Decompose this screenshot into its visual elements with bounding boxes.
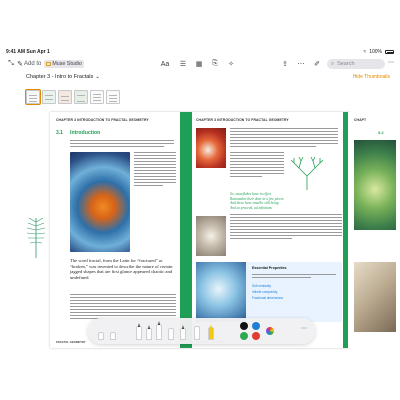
romanesco-image <box>196 262 246 322</box>
date-text: Sun Apr 1 <box>26 49 50 55</box>
more-icon[interactable]: ⋯ <box>388 59 394 66</box>
search-icon: ⌕ <box>331 60 335 67</box>
poem-line: And so proceed, ad infinitum. <box>230 205 273 210</box>
red-fractal-image <box>196 128 226 168</box>
page-thumbnail[interactable] <box>90 90 104 104</box>
eraser-tool[interactable] <box>168 328 174 340</box>
page-thumbnail[interactable] <box>42 90 56 104</box>
status-bar: 9:41 AM Sun Apr 1 ≈ 100% <box>0 48 400 56</box>
section-title: Introduction <box>70 130 101 136</box>
essential-properties-box: Essential Properties Self-similarity Inf… <box>196 262 342 322</box>
shell-fractal-image <box>196 216 226 256</box>
hide-thumbnails-button[interactable]: Hide Thumbnails <box>353 74 390 80</box>
right-page-header: CHAPTER 3 INTRODUCTION TO FRACTAL GEOMET… <box>196 118 289 122</box>
document-header-row: Chapter 3 - Intro to Fractals ⌄ Hide Thu… <box>0 74 400 82</box>
chapter-title-text: Chapter 3 - Intro to Fractals <box>26 74 94 80</box>
checklist-icon[interactable]: ☰ <box>178 59 188 69</box>
chapter-title[interactable]: Chapter 3 - Intro to Fractals ⌄ <box>26 74 100 80</box>
essential-properties-title: Essential Properties <box>252 266 287 270</box>
fractal-quote: The word fractal, from the Latin for “fr… <box>70 258 173 280</box>
color-picker-icon[interactable] <box>266 327 274 335</box>
marker-tool[interactable] <box>146 325 152 340</box>
chevron-down-icon: ⌄ <box>95 74 100 80</box>
palette-more-icon[interactable]: ⋯ <box>301 325 307 332</box>
next-page-header: CHAPT <box>354 118 367 122</box>
share-icon[interactable]: ⇪ <box>280 59 290 69</box>
right-paragraph <box>230 128 338 149</box>
page-thumbnail[interactable] <box>74 90 88 104</box>
undo-icon[interactable] <box>98 332 104 340</box>
notebook-icon <box>46 62 52 66</box>
color-swatch-black[interactable] <box>240 322 248 330</box>
essential-item: Infinite complexity <box>252 290 278 294</box>
fern-sketch <box>26 217 46 258</box>
intro-paragraph <box>70 140 174 149</box>
page-thumbnail[interactable] <box>106 90 120 104</box>
left-page-footer: FRACTAL GEOMETRY <box>56 340 86 344</box>
section-number: 3.1 <box>56 130 63 136</box>
left-page-header: CHAPTER 3 INTRODUCTION TO FRACTAL GEOMET… <box>56 118 149 122</box>
pencil-tool-palette: ⋯ <box>88 318 315 344</box>
page-thumbnail[interactable] <box>58 90 72 104</box>
book-spread[interactable]: CHAPTER 3 INTRODUCTION TO FRACTAL GEOMET… <box>50 112 350 348</box>
add-to-label: Add to <box>24 61 42 67</box>
redo-icon[interactable] <box>110 332 116 340</box>
side-paragraph <box>134 152 176 188</box>
attachment-icon[interactable]: ⎘ <box>210 59 220 69</box>
right-page: CHAPTER 3 INTRODUCTION TO FRACTAL GEOMET… <box>192 112 350 348</box>
more-circle-icon[interactable]: ⋯ <box>296 59 306 69</box>
right-body-paragraph <box>230 214 342 241</box>
ruler-tool[interactable] <box>194 326 200 340</box>
left-page: CHAPTER 3 INTRODUCTION TO FRACTAL GEOMET… <box>50 112 180 348</box>
julia-fractal-image <box>70 152 130 252</box>
status-right: ≈ 100% <box>363 49 394 55</box>
next-page-preview[interactable]: CHAPT 3.2 <box>348 112 400 348</box>
color-swatch-blue[interactable] <box>252 322 260 330</box>
table-icon[interactable]: ▦ <box>194 59 204 69</box>
wifi-icon: ≈ <box>363 49 367 55</box>
clock-text: 9:41 AM <box>6 49 25 55</box>
fern-photo <box>354 262 396 332</box>
succulent-image <box>354 140 396 230</box>
markup-icon[interactable]: ✧ <box>226 59 236 69</box>
page-divider-band <box>180 112 192 348</box>
page-thumbnail[interactable] <box>25 89 41 105</box>
next-section-number: 3.2 <box>378 130 384 135</box>
ipad-device: 9:41 AM Sun Apr 1 ≈ 100% ⤡ ✎ Add to Muse… <box>0 0 400 400</box>
text-format-icon[interactable]: Aa <box>160 59 170 69</box>
edit-icon[interactable]: ✐ <box>312 59 322 69</box>
search-placeholder: Search <box>337 61 355 67</box>
page-thumbnails <box>25 89 120 105</box>
pen-tool[interactable] <box>136 323 142 340</box>
battery-icon <box>385 50 394 54</box>
essential-item: Fractional dimensions <box>252 296 284 300</box>
top-toolbar: ⤡ ✎ Add to Muse Studio Aa ☰ ▦ ⎘ ✧ ⇪ ⋯ ✐ … <box>0 56 400 72</box>
essential-item: Self-similarity <box>252 284 271 288</box>
body-paragraph <box>70 294 176 321</box>
search-field[interactable]: ⌕ Search <box>327 59 385 69</box>
color-swatch-green[interactable] <box>240 332 248 340</box>
right-column-text <box>230 152 284 179</box>
notebook-chip-label: Muse Studio <box>52 61 82 67</box>
add-to-control[interactable]: Add to Muse Studio <box>24 59 84 69</box>
battery-text: 100% <box>369 49 382 55</box>
pencil-tool[interactable] <box>156 321 162 340</box>
color-swatch-red[interactable] <box>252 332 260 340</box>
essential-intro <box>252 274 336 280</box>
notebook-chip[interactable]: Muse Studio <box>44 60 84 68</box>
status-time: 9:41 AM Sun Apr 1 <box>6 49 50 55</box>
green-poem: So, snowflakes have in effect Rationaliz… <box>230 192 300 210</box>
highlighter-tool[interactable] <box>208 324 214 340</box>
lasso-tool[interactable] <box>180 325 186 340</box>
fractal-tree-diagram <box>290 156 324 190</box>
